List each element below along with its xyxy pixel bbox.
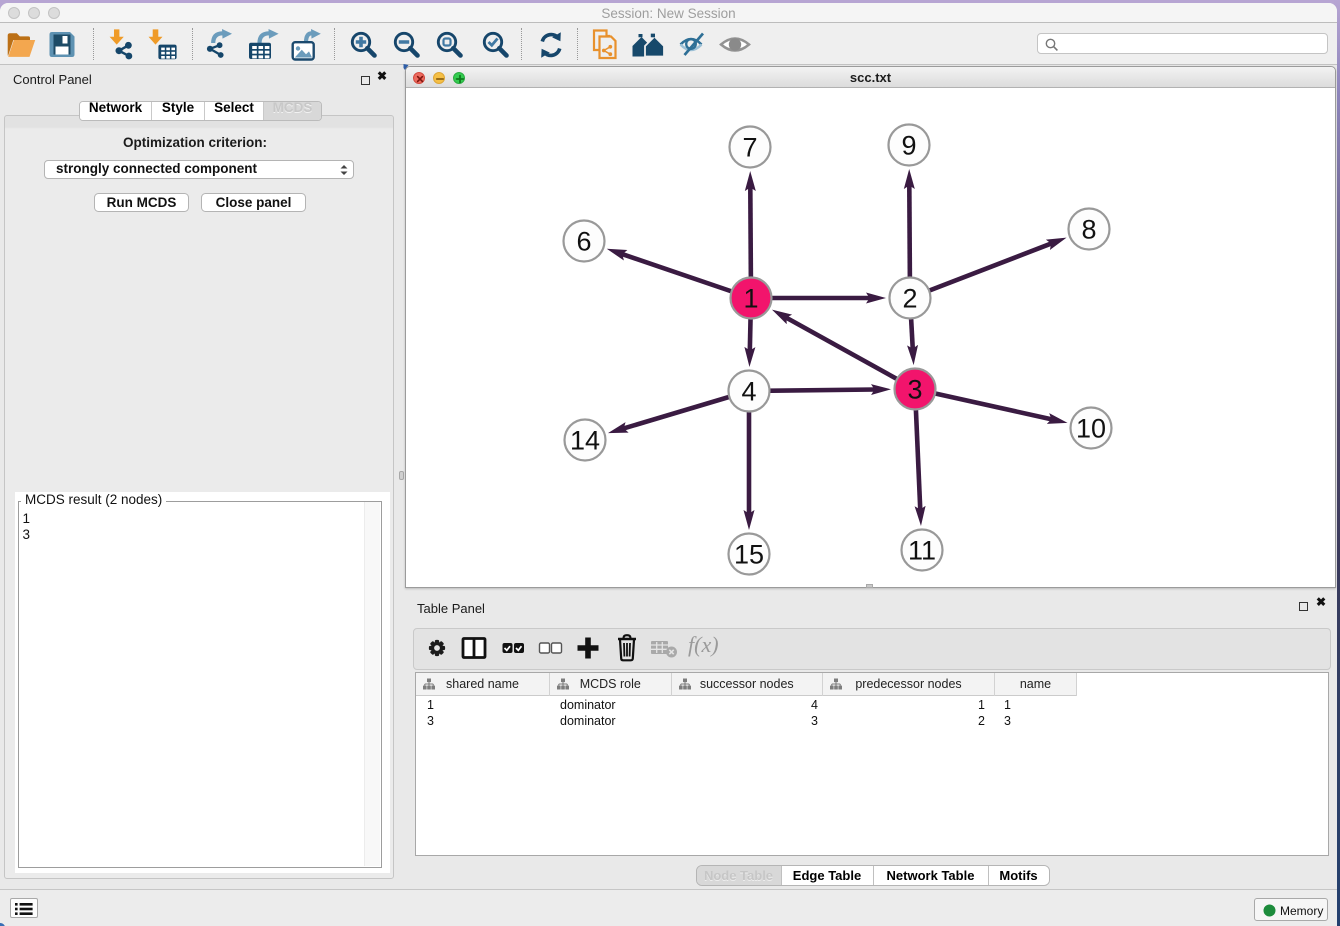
svg-text:6: 6 — [576, 227, 591, 257]
svg-text:8: 8 — [1081, 215, 1096, 245]
svg-text:11: 11 — [908, 536, 936, 566]
svg-text:9: 9 — [901, 131, 916, 161]
svg-text:3: 3 — [907, 375, 922, 405]
svg-text:10: 10 — [1076, 414, 1106, 444]
svg-text:4: 4 — [741, 377, 756, 407]
svg-text:2: 2 — [902, 284, 917, 314]
svg-text:15: 15 — [734, 540, 764, 570]
svg-text:1: 1 — [743, 284, 758, 314]
svg-text:7: 7 — [742, 133, 757, 163]
svg-text:14: 14 — [570, 426, 600, 456]
